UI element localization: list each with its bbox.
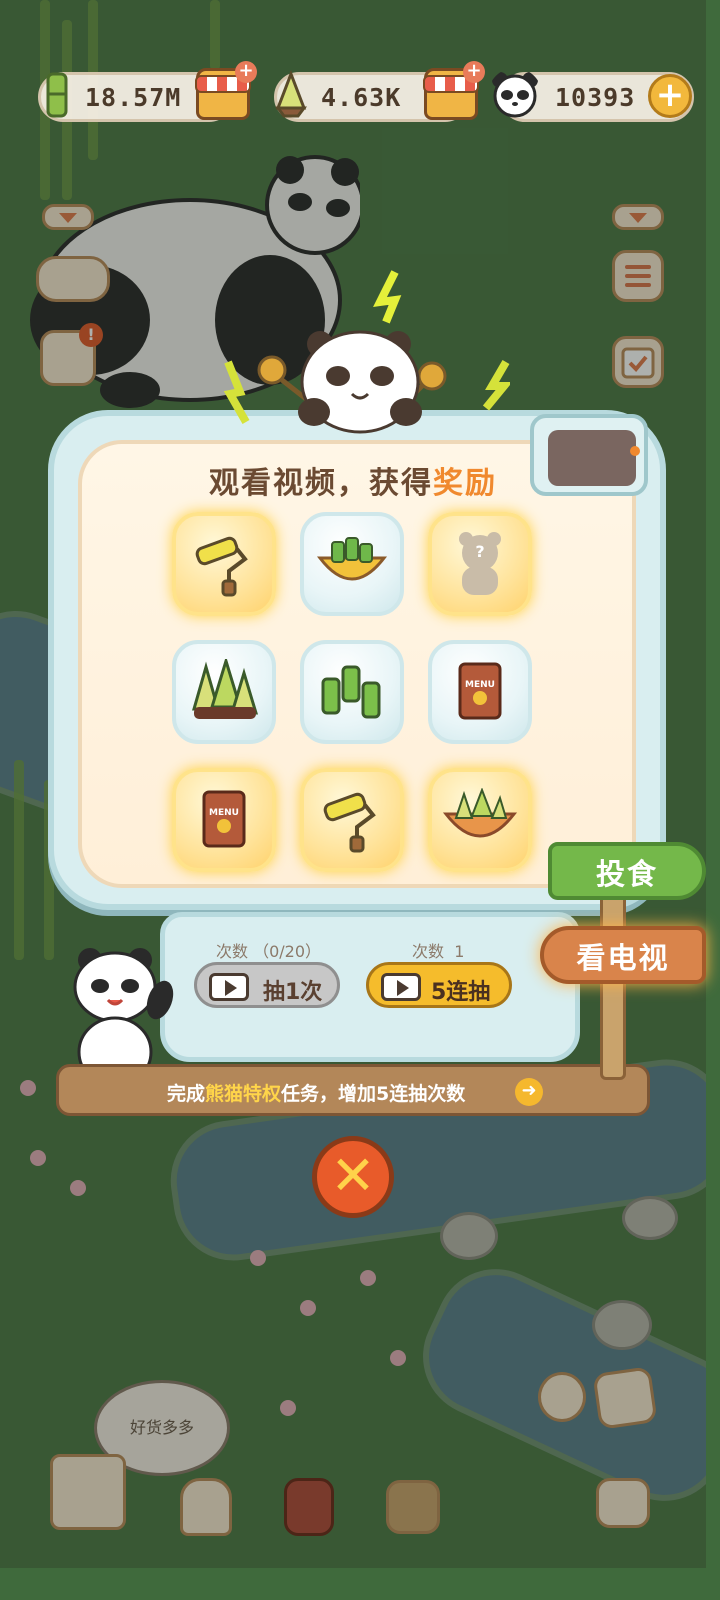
bamboo-shoot-bowl-icon [442,788,518,838]
mystery-bear-icon [459,532,501,595]
reward-cell-bamboo-bowl [300,512,404,616]
paint-roller-icon [195,536,248,597]
bamboo-bowl-icon [316,537,388,581]
arrow-right-icon[interactable]: ➜ [515,1078,543,1106]
task-banner[interactable]: 完成熊猫特权任务，增加5连抽次数 ➜ [56,1064,650,1116]
task-banner-text: 完成熊猫特权任务，增加5连抽次数 [167,1083,466,1105]
dialog-title-text: 观看视频，获得 [209,466,433,501]
reward-cell-menu-book: MENU [428,640,532,744]
dialog-title: 观看视频，获得奖励 [0,458,706,502]
menu-book-icon [202,790,246,848]
reward-cell-bamboo-stalks [300,640,404,744]
menu-book-label: MENU [209,808,239,818]
reward-cell-menu-book: MENU [172,768,276,872]
bamboo-shoots-icon [192,659,259,719]
paint-roller-icon [323,792,376,853]
plus-icon: + [463,61,485,83]
reward-cell-mystery-bear: ? [428,512,532,616]
add-coins-button[interactable]: + [648,74,692,118]
bamboo-amount: 18.57M [85,83,182,112]
resource-bar: 18.57M + 4.63K + 10393 + [30,61,694,122]
menu-book-label: MENU [465,680,495,690]
video-play-icon [209,973,249,1001]
mystery-question-mark: ? [475,542,485,561]
reward-cell-bamboo-shoots [172,640,276,744]
five-draw-count-label: 次数 1 [412,942,465,961]
plus-icon: + [235,61,257,83]
feed-sign-button[interactable]: 投食 [548,842,706,900]
shoots-shop-button[interactable]: + [423,61,485,120]
single-draw-count-label: 次数 （0/20） [216,942,322,961]
close-button[interactable]: ✕ [312,1136,394,1218]
bamboo-shop-button[interactable]: + [195,61,257,120]
draw-once-button[interactable]: 抽1次 [194,962,340,1008]
dialog-title-highlight: 奖励 [433,466,497,501]
draw-five-button[interactable]: 5连抽 [366,962,512,1008]
reward-cell-bamboo-shoot-bowl [428,768,532,872]
bamboo-shoot-icon [275,69,307,118]
watch-tv-sign-button[interactable]: 看电视 [540,926,706,984]
bamboo-icon [46,72,68,118]
bamboo-stalks-icon [321,665,381,719]
panda-face-icon [492,72,538,118]
shoots-amount: 4.63K [321,83,402,112]
sparkle-icon [373,270,402,324]
reward-cell-paint-roller [172,512,276,616]
menu-book-icon [458,662,502,720]
video-play-icon [381,973,421,1001]
reward-cell-paint-roller [300,768,404,872]
panda-coin-amount: 10393 [555,83,636,112]
panda-mascot-top [223,270,510,434]
draw-five-label: 5连抽 [431,980,491,1005]
draw-once-label: 抽1次 [263,980,323,1005]
